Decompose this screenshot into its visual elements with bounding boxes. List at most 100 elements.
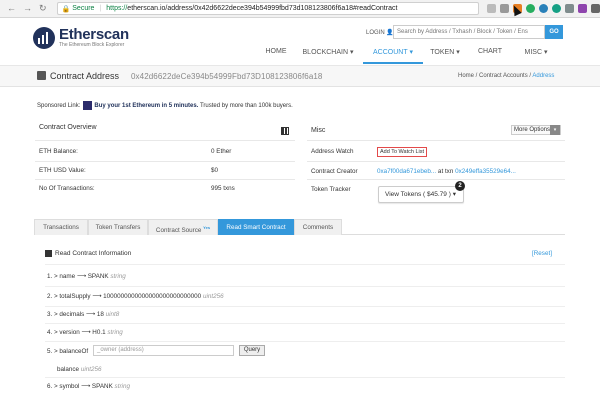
view-tokens-button[interactable]: View Tokens ( $45.79 ) ▾: [378, 186, 464, 203]
sponsor-logo-icon: [83, 101, 93, 110]
logo-mark-icon: [33, 27, 55, 49]
function-row-decimals: 3. > decimals ⟶ 18 uint8: [47, 311, 120, 318]
extension-icons: [487, 4, 600, 13]
qr-code-icon[interactable]: [281, 127, 289, 135]
function-row-version: 4. > version ⟶ H0.1 string: [47, 329, 123, 336]
breadcrumb-contract-accounts[interactable]: Contract Accounts: [479, 73, 528, 79]
eth-usd-value: $0: [211, 167, 219, 174]
caret-down-icon: ▾: [452, 191, 456, 198]
breadcrumb-address: Address: [532, 73, 555, 79]
browser-nav: ← → ↻: [7, 3, 47, 14]
creator-txn-link[interactable]: 0x249effa35529e64...: [455, 168, 516, 175]
tx-count-label: No Of Transactions:: [39, 185, 95, 192]
contract-overview-title: Contract Overview: [39, 124, 97, 131]
creator-address-link[interactable]: 0xa7f00da671ebeb...: [377, 168, 436, 175]
misc-title: Misc: [311, 127, 326, 134]
function-result: 18: [96, 311, 104, 318]
function-type: string: [107, 329, 123, 336]
address-bar[interactable]: 🔒 Secure | https:// etherscan.io/address…: [56, 2, 479, 15]
function-result: H0.1: [92, 329, 106, 336]
function-type: uint256: [202, 293, 224, 300]
extension-funnel-icon[interactable]: [500, 4, 509, 13]
contract-address: 0x42d6622deCe394b54999Fbd73D108123806f6a…: [131, 72, 323, 81]
logo-name: Etherscan: [59, 26, 129, 43]
sponsored-label: Sponsored Link:: [37, 102, 81, 109]
reload-icon[interactable]: ↻: [39, 3, 47, 14]
more-options-caret-icon: ▾: [550, 125, 560, 135]
function-type: string: [114, 383, 130, 390]
extension-green-icon[interactable]: [526, 4, 535, 13]
token-tracker-label: Token Tracker: [311, 186, 351, 193]
sponsored-text: Trusted by more than 100k buyers.: [198, 102, 293, 109]
site-header: Etherscan The Ethereum Block Explorer LO…: [0, 18, 600, 66]
nav-home[interactable]: HOME: [259, 45, 293, 64]
secure-label: Secure: [72, 5, 95, 12]
nav-misc[interactable]: MISC ▾: [513, 45, 559, 64]
function-row-name: 1. > name ⟶ SPANK string: [47, 273, 126, 280]
function-row-balanceof: 5. > balanceOf: [47, 348, 89, 355]
url-text: etherscan.io/address/0x42d6622dece394b54…: [127, 5, 398, 12]
arrow-right-icon: ⟶: [86, 311, 96, 318]
nav-blockchain[interactable]: BLOCKCHAIN ▾: [293, 45, 363, 64]
arrow-right-icon: ⟶: [81, 329, 91, 336]
add-to-watch-list-button[interactable]: Add To Watch List: [377, 147, 428, 157]
arrow-right-icon: ⟶: [81, 383, 91, 390]
tab-comments[interactable]: Comments: [294, 219, 342, 235]
nav-chart[interactable]: CHART: [467, 45, 513, 64]
arrow-right-icon: ⟶: [92, 293, 102, 300]
extension-grey-icon[interactable]: [565, 4, 574, 13]
title-band: Contract Address 0x42d6622deCe394b54999F…: [0, 66, 600, 87]
reset-link[interactable]: [Reset]: [532, 250, 552, 257]
function-result: 1000000000000000000000000000: [103, 293, 202, 300]
main-nav: HOME BLOCKCHAIN ▾ ACCOUNT ▾ TOKEN ▾ CHAR…: [259, 45, 559, 64]
contract-creator-label: Contract Creator: [311, 168, 358, 175]
eth-balance-label: ETH Balance:: [39, 148, 78, 155]
tab-contract-source[interactable]: Contract Source Yes: [148, 219, 218, 235]
function-result: SPANK: [87, 273, 109, 280]
extension-purple-icon[interactable]: [578, 4, 587, 13]
address-watch-label: Address Watch: [311, 148, 354, 155]
nav-account[interactable]: ACCOUNT ▾: [363, 45, 423, 64]
tab-transactions[interactable]: Transactions: [34, 219, 88, 235]
verified-badge: Yes: [203, 225, 211, 230]
tab-read-smart-contract[interactable]: Read Smart Contract: [218, 219, 294, 235]
document-icon: [45, 250, 52, 257]
more-options-dropdown[interactable]: More Options ▾: [511, 125, 561, 135]
etherscan-logo[interactable]: Etherscan The Ethereum Block Explorer: [33, 27, 129, 49]
lock-icon: 🔒: [61, 5, 71, 13]
read-contract-title: Read Contract Information: [45, 250, 131, 257]
tx-count-value[interactable]: 995 txns: [211, 185, 235, 192]
menu-dots-icon[interactable]: [591, 4, 600, 13]
tab-bar: Transactions Token Transfers Contract So…: [34, 219, 565, 235]
search-input[interactable]: Search by Address / Txhash / Block / Tok…: [393, 25, 545, 39]
sponsored-link: Sponsored Link: Buy your 1st Ethereum in…: [37, 101, 293, 110]
url-scheme: https://: [106, 5, 128, 12]
arrow-right-icon: ⟶: [76, 273, 86, 280]
extension-blue-icon[interactable]: [539, 4, 548, 13]
at-txn-text: at txn: [436, 168, 456, 175]
search-go-button[interactable]: GO: [545, 25, 563, 39]
query-button[interactable]: Query: [239, 345, 265, 356]
extension-teal-icon[interactable]: [552, 4, 561, 13]
login-link[interactable]: LOGIN 👤: [366, 29, 394, 36]
balance-output: balance uint256: [57, 366, 102, 373]
eth-usd-label: ETH USD Value:: [39, 167, 86, 174]
back-icon[interactable]: ←: [7, 3, 16, 14]
forward-icon[interactable]: →: [23, 3, 32, 14]
function-type: uint8: [105, 311, 120, 318]
breadcrumb: Home / Contract Accounts / Address: [458, 73, 555, 79]
logo-tagline: The Ethereum Block Explorer: [59, 42, 125, 48]
function-row-symbol: 6. > symbol ⟶ SPANK string: [47, 383, 130, 390]
function-result: SPANK: [91, 383, 113, 390]
tab-token-transfers[interactable]: Token Transfers: [88, 219, 148, 235]
nav-token[interactable]: TOKEN ▾: [423, 45, 467, 64]
function-row-totalsupply: 2. > totalSupply ⟶ 100000000000000000000…: [47, 293, 224, 300]
eth-balance-value: 0 Ether: [211, 148, 232, 155]
sponsored-ad-link[interactable]: Buy your 1st Ethereum in 5 minutes.: [94, 103, 198, 109]
contract-creator: 0xa7f00da671ebeb... at txn 0x249effa3552…: [377, 168, 516, 175]
bookmark-star-icon[interactable]: [487, 4, 496, 13]
owner-address-input[interactable]: _owner (address): [93, 345, 234, 356]
breadcrumb-home[interactable]: Home: [458, 73, 474, 79]
address-bar-divider: |: [99, 5, 102, 12]
page-title: Contract Address: [50, 71, 120, 81]
